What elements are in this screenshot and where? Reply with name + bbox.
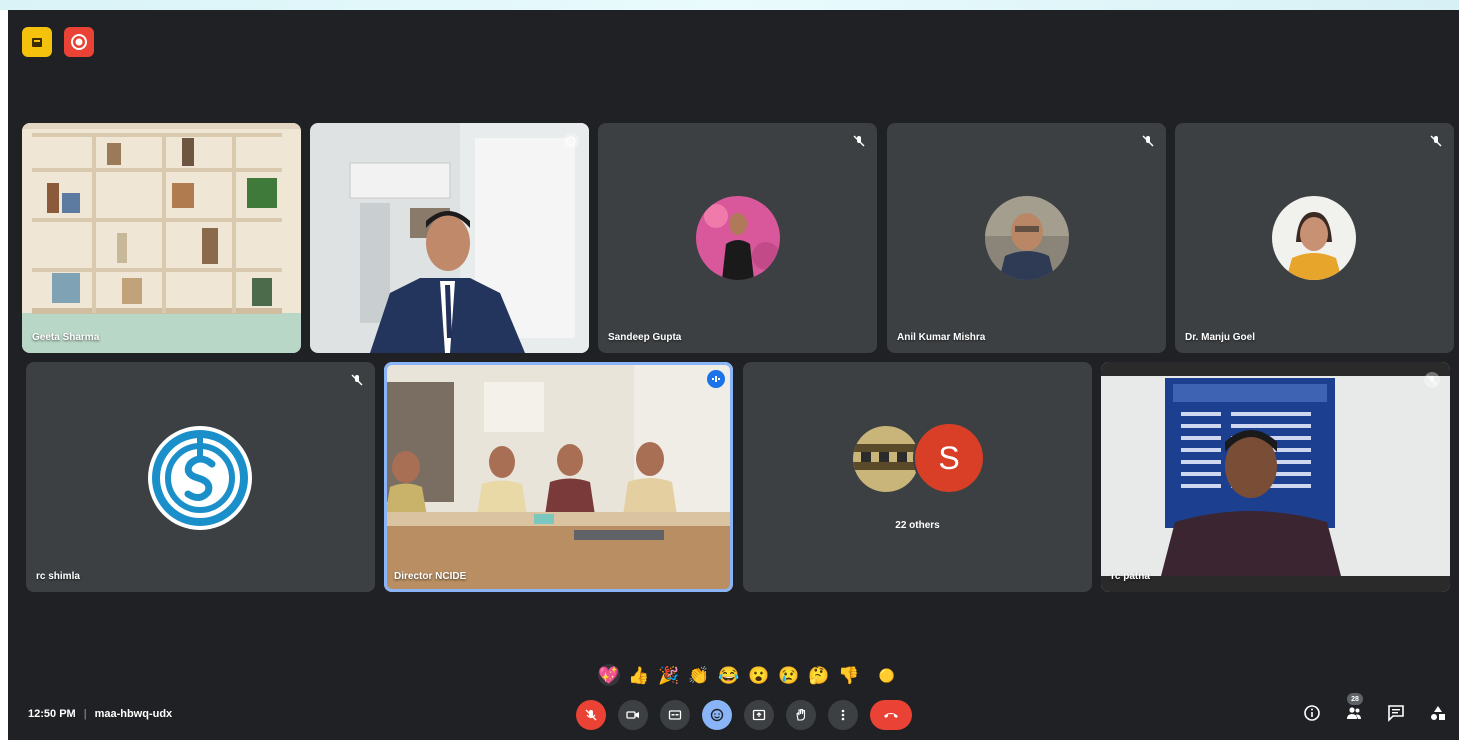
avatar	[985, 196, 1069, 280]
participant-name: Sandeep Gupta	[608, 332, 682, 343]
mic-off-icon	[585, 709, 597, 721]
emoji-icon	[710, 708, 724, 722]
captions-button[interactable]	[660, 700, 690, 730]
participant-name: rc shimla	[36, 571, 80, 582]
participant-name: Dr. Manju Goel	[1185, 332, 1256, 343]
call-controls	[576, 700, 912, 730]
raise-hand-icon	[796, 708, 806, 721]
speaking-indicator-icon	[707, 370, 725, 388]
meeting-details-button[interactable]	[1301, 702, 1323, 724]
more-options-icon	[841, 709, 845, 721]
more-icon	[563, 133, 579, 149]
chat-button[interactable]	[1385, 702, 1407, 724]
reactions-button[interactable]	[702, 700, 732, 730]
reaction-skin-tone[interactable]: 🟡	[876, 664, 898, 686]
reaction-surprised[interactable]: 😮	[748, 664, 770, 686]
info-icon	[1304, 705, 1320, 721]
camera-toggle-button[interactable]	[618, 700, 648, 730]
participant-tile-6[interactable]: rc shimla	[26, 362, 375, 592]
participant-name: Anil Kumar Mishra	[897, 332, 986, 343]
present-icon	[752, 709, 766, 721]
participant-tile-3[interactable]: Sandeep Gupta	[598, 123, 877, 353]
meeting-code[interactable]: maa-hbwq-udx	[95, 708, 173, 720]
participant-tile-7[interactable]: Director NCIDE	[384, 362, 733, 592]
activities-button[interactable]	[1427, 702, 1449, 724]
hand-raise-indicator[interactable]	[22, 27, 52, 57]
participant-video-bookshelf	[22, 123, 301, 353]
meeting-info-separator: |	[83, 708, 87, 720]
reaction-sad[interactable]: 😢	[778, 664, 800, 686]
mic-off-icon	[1424, 372, 1440, 388]
present-button[interactable]	[744, 700, 774, 730]
side-panel-controls: 28	[1301, 693, 1449, 724]
participant-tile-1[interactable]: Geeta Sharma	[22, 123, 301, 353]
participant-name: Director NCIDE	[394, 571, 467, 582]
recording-indicator[interactable]	[64, 27, 94, 57]
mic-off-icon	[1428, 133, 1444, 149]
participant-video-man-in-suit	[310, 123, 589, 353]
end-call-icon	[884, 713, 898, 718]
reaction-clap[interactable]: 👏	[688, 664, 710, 686]
meeting-time: 12:50 PM	[28, 708, 76, 720]
reaction-thumbs-up[interactable]: 👍	[628, 664, 650, 686]
leave-call-button[interactable]	[870, 700, 912, 730]
participant-video-conference-room	[384, 362, 733, 592]
participant-tile-9[interactable]: rc patna	[1101, 362, 1450, 592]
reaction-thinking[interactable]: 🤔	[808, 664, 830, 686]
record-icon	[71, 34, 87, 50]
bottom-toolbar: 12:50 PM | maa-hbwq-udx 28	[8, 692, 1459, 740]
mic-off-icon	[1140, 133, 1156, 149]
meet-window: Geeta Sharma Sandeep Gupta Anil Kumar Mi…	[8, 10, 1459, 740]
participant-video-man-with-noticeboard	[1101, 362, 1450, 592]
participant-name: Geeta Sharma	[32, 332, 100, 343]
meeting-info: 12:50 PM | maa-hbwq-udx	[28, 708, 172, 720]
browser-top-strip	[0, 0, 1459, 10]
avatar	[696, 196, 780, 280]
hand-raise-icon	[32, 38, 42, 47]
raise-hand-button[interactable]	[786, 700, 816, 730]
participant-tile-5[interactable]: Dr. Manju Goel	[1175, 123, 1454, 353]
avatar	[851, 424, 921, 494]
participant-tile-4[interactable]: Anil Kumar Mishra	[887, 123, 1166, 353]
organization-logo	[148, 426, 252, 530]
others-count-label: 22 others	[895, 520, 940, 531]
chat-icon	[1388, 705, 1404, 722]
captions-icon	[668, 710, 682, 720]
mic-off-icon	[851, 133, 867, 149]
avatar	[1272, 196, 1356, 280]
reaction-party-popper[interactable]: 🎉	[658, 664, 680, 686]
avatar-initial: S	[913, 422, 985, 494]
activities-icon	[1431, 706, 1445, 720]
reaction-thumbs-down[interactable]: 👎	[838, 664, 860, 686]
camera-icon	[626, 711, 639, 719]
participant-tile-2[interactable]	[310, 123, 589, 353]
reaction-laugh[interactable]: 😂	[718, 664, 740, 686]
people-icon	[1347, 707, 1361, 719]
participant-count-badge: 28	[1347, 693, 1363, 705]
reactions-bar: 💖 👍 🎉 👏 😂 😮 😢 🤔 👎 🟡	[598, 660, 898, 690]
more-options-button[interactable]	[828, 700, 858, 730]
people-button[interactable]: 28	[1343, 693, 1365, 724]
participant-name: rc patna	[1111, 571, 1150, 582]
mic-toggle-button[interactable]	[576, 700, 606, 730]
reaction-heart[interactable]: 💖	[598, 664, 620, 686]
participant-tile-others[interactable]: S 22 others	[743, 362, 1092, 592]
mic-off-icon	[349, 372, 365, 388]
